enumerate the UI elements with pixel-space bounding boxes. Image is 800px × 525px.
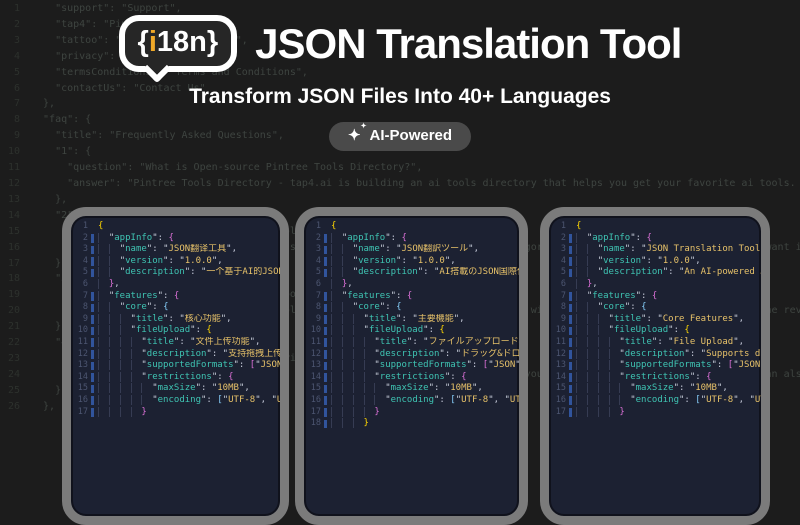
bg-code-line: 13 }, <box>0 192 800 208</box>
code-panel-en: 1{2 "appInfo": {3 "name": "JSON Translat… <box>540 207 770 525</box>
code-line: 6 }, <box>304 279 519 291</box>
ai-powered-badge: ✦✦ AI-Powered <box>329 122 471 151</box>
code-line: 8 "core": { <box>71 302 280 314</box>
code-line: 10 "fileUpload": { <box>304 325 519 337</box>
code-line: 11 "title": "File Upload", <box>549 337 761 349</box>
code-line: 11 "title": "文件上传功能", <box>71 337 280 349</box>
page-subtitle: Transform JSON Files Into 40+ Languages <box>189 85 611 109</box>
code-line: 7 "features": { <box>549 291 761 303</box>
code-line: 12 "description": "支持拖拽上传JSON文件", <box>71 349 280 361</box>
logo-text: {i18n} <box>138 26 219 58</box>
code-line: 11 "title": "ファイルアップロード機能", <box>304 337 519 349</box>
code-line: 13 "supportedFormats": ["JSON"], <box>549 360 761 372</box>
code-line: 2 "appInfo": { <box>71 233 280 245</box>
code-editor: 1{2 "appInfo": {3 "name": "JSON翻译工具",4 "… <box>71 216 280 418</box>
code-line: 1{ <box>304 221 519 233</box>
code-line: 2 "appInfo": { <box>549 233 761 245</box>
code-line: 9 "title": "核心功能", <box>71 314 280 326</box>
code-line: 15 "maxSize": "10MB", <box>304 383 519 395</box>
code-line: 1{ <box>549 221 761 233</box>
code-line: 9 "title": "Core Features", <box>549 314 761 326</box>
code-editor: 1{2 "appInfo": {3 "name": "JSON翻訳ツール",4 … <box>304 216 519 430</box>
code-line: 7 "features": { <box>304 291 519 303</box>
code-line: 6 }, <box>549 279 761 291</box>
logo-i-accent: i <box>149 26 157 58</box>
code-line: 3 "name": "JSON Translation Tool", <box>549 244 761 256</box>
code-line: 10 "fileUpload": { <box>71 325 280 337</box>
code-line: 17 } <box>304 407 519 419</box>
code-line: 14 "restrictions": { <box>71 372 280 384</box>
code-line: 8 "core": { <box>304 302 519 314</box>
hero: {i18n} JSON Translation Tool Transform J… <box>0 15 800 151</box>
code-line: 13 "supportedFormats": ["JSON"], <box>71 360 280 372</box>
speech-bubble-tail <box>142 55 170 83</box>
code-line: 2 "appInfo": { <box>304 233 519 245</box>
code-line: 16 "encoding": ["UTF-8", "UTF-16"] <box>304 395 519 407</box>
ai-powered-label: AI-Powered <box>370 127 453 144</box>
code-line: 15 "maxSize": "10MB", <box>549 383 761 395</box>
code-line: 5 "description": "一个基于AI的JSON国际化翻译工具", <box>71 267 280 279</box>
code-line: 6 }, <box>71 279 280 291</box>
hero-title-row: {i18n} JSON Translation Tool <box>119 15 682 72</box>
code-line: 17 } <box>71 407 280 419</box>
code-panel-ja: 1{2 "appInfo": {3 "name": "JSON翻訳ツール",4 … <box>295 207 528 525</box>
bg-code-line: 12 "answer": "Pintree Tools Directory - … <box>0 176 800 192</box>
code-line: 1{ <box>71 221 280 233</box>
code-line: 5 "description": "AI搭載のJSON国際化翻訳ツール", <box>304 267 519 279</box>
sparkle-icon: ✦✦ <box>348 128 361 143</box>
code-line: 15 "maxSize": "10MB", <box>71 383 280 395</box>
code-line: 5 "description": "An AI-powered JSON i18… <box>549 267 761 279</box>
bg-code-line: 11 "question": "What is Open-source Pint… <box>0 160 800 176</box>
code-line: 3 "name": "JSON翻译工具", <box>71 244 280 256</box>
code-line: 17 } <box>549 407 761 419</box>
code-line: 9 "title": "主要機能", <box>304 314 519 326</box>
code-editor: 1{2 "appInfo": {3 "name": "JSON Translat… <box>549 216 761 418</box>
page-title: JSON Translation Tool <box>255 20 681 68</box>
code-line: 4 "version": "1.0.0", <box>549 256 761 268</box>
code-line: 14 "restrictions": { <box>549 372 761 384</box>
i18n-logo-badge: {i18n} <box>119 15 238 72</box>
code-line: 10 "fileUpload": { <box>549 325 761 337</box>
code-line: 3 "name": "JSON翻訳ツール", <box>304 244 519 256</box>
code-line: 7 "features": { <box>71 291 280 303</box>
code-line: 16 "encoding": ["UTF-8", "UTF-16"] <box>549 395 761 407</box>
code-line: 12 "description": "Supports drag and dro… <box>549 349 761 361</box>
code-line: 12 "description": "ドラッグ&ドロップでアップロード", <box>304 349 519 361</box>
code-line: 16 "encoding": ["UTF-8", "UTF-16"] <box>71 395 280 407</box>
code-panel-zh: 1{2 "appInfo": {3 "name": "JSON翻译工具",4 "… <box>62 207 289 525</box>
code-line: 4 "version": "1.0.0", <box>304 256 519 268</box>
code-line: 8 "core": { <box>549 302 761 314</box>
code-line: 14 "restrictions": { <box>304 372 519 384</box>
code-line: 4 "version": "1.0.0", <box>71 256 280 268</box>
code-line: 13 "supportedFormats": ["JSON"], <box>304 360 519 372</box>
